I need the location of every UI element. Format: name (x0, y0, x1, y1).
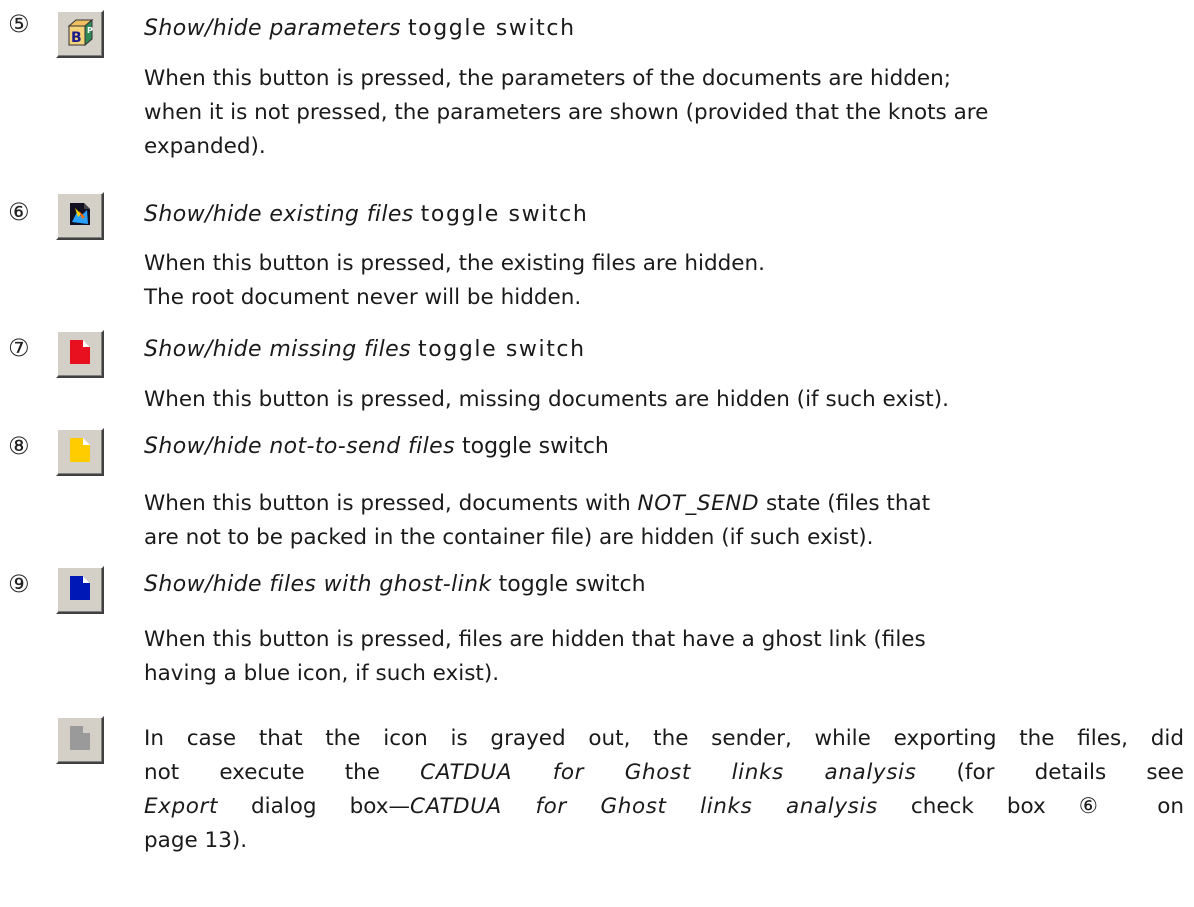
note-line-2-a: not execute the (144, 760, 421, 785)
item-6-line-1: When this button is pressed, the existin… (144, 251, 765, 276)
item-5-heading: Show/hide parameters toggle switch (144, 14, 576, 44)
note-line-3-catdua: CATDUA for Ghost links analysis (409, 794, 878, 819)
item-7-heading: Show/hide missing files toggle switch (144, 335, 586, 365)
grayed-icon-note: In case that the icon is grayed out, the… (144, 722, 1184, 858)
item-5-line-1: When this button is pressed, the paramet… (144, 66, 952, 91)
note-line-3: Export dialog box—CATDUA for Ghost links… (144, 790, 1184, 824)
item-number-5: ⑤ (8, 10, 30, 38)
item-6-title: Show/hide existing files (144, 202, 414, 227)
item-9-title: Show/hide files with ghost-link (144, 572, 492, 597)
note-line-4: page 13). (144, 828, 248, 853)
show-hide-ghost-link-files-button[interactable] (56, 566, 104, 614)
note-line-2-c: (for details see (916, 760, 1185, 785)
item-6-description: When this button is pressed, the existin… (144, 247, 1184, 315)
item-8-line-1-a: When this button is pressed, documents w… (144, 491, 638, 516)
item-5-line-2: when it is not pressed, the parameters a… (144, 100, 989, 125)
item-9-description: When this button is pressed, files are h… (144, 623, 1184, 691)
item-9-line-1: When this button is pressed, files are h… (144, 627, 926, 652)
item-8-title: Show/hide not-to-send files (144, 434, 455, 459)
3d-parameter-box-icon: B P (65, 17, 95, 51)
svg-text:B: B (71, 30, 82, 46)
item-8-line-1: When this button is pressed, documents w… (144, 487, 1184, 521)
show-hide-missing-files-button[interactable] (56, 330, 104, 378)
item-8-suffix: toggle switch (461, 434, 609, 459)
item-8-line-2: are not to be packed in the container fi… (144, 525, 874, 550)
svg-text:P: P (87, 26, 93, 35)
note-line-2-catdua: CATDUA for Ghost links analysis (420, 760, 917, 785)
show-hide-existing-files-button[interactable] (56, 192, 104, 240)
item-5-line-3: expanded). (144, 134, 266, 159)
item-9-line-2: having a blue icon, if such exist). (144, 661, 500, 686)
item-8-description: When this button is pressed, documents w… (144, 487, 1184, 555)
not-send-state-code: NOT_SEND (637, 491, 760, 516)
existing-file-icon (69, 202, 91, 230)
item-5-description: When this button is pressed, the paramet… (144, 62, 1184, 164)
item-9-suffix: toggle switch (498, 572, 646, 597)
note-line-2: not execute the CATDUA for Ghost links a… (144, 756, 1184, 790)
item-5-suffix: toggle switch (407, 16, 576, 41)
grayed-ghost-link-button (56, 716, 104, 764)
item-number-7: ⑦ (8, 334, 30, 362)
item-8-heading: Show/hide not-to-send files toggle switc… (144, 432, 609, 462)
item-6-line-2: The root document never will be hidden. (144, 285, 582, 310)
ghost-link-file-blue-icon (69, 575, 91, 605)
item-5-title: Show/hide parameters (144, 16, 401, 41)
item-number-6: ⑥ (8, 198, 30, 226)
not-to-send-file-yellow-icon (69, 437, 91, 467)
export-dialog-ref: Export (144, 794, 218, 819)
item-6-heading: Show/hide existing files toggle switch (144, 200, 588, 230)
show-hide-parameters-button[interactable]: B P (56, 10, 104, 58)
note-line-3-d: check box ⑥ on (877, 794, 1184, 819)
show-hide-not-to-send-files-button[interactable] (56, 428, 104, 476)
note-line-3-b: dialog box— (217, 794, 410, 819)
item-7-title: Show/hide missing files (144, 337, 411, 362)
item-7-line-1: When this button is pressed, missing doc… (144, 387, 949, 412)
note-line-1: In case that the icon is grayed out, the… (144, 726, 1184, 751)
missing-file-red-icon (69, 339, 91, 369)
item-6-suffix: toggle switch (420, 202, 589, 227)
item-9-heading: Show/hide files with ghost-link toggle s… (144, 570, 646, 600)
item-8-line-1-b: state (files that (759, 491, 931, 516)
item-7-suffix: toggle switch (417, 337, 586, 362)
grayed-file-icon (69, 725, 91, 755)
item-number-8: ⑧ (8, 432, 30, 460)
item-7-description: When this button is pressed, missing doc… (144, 383, 1184, 417)
item-number-9: ⑨ (8, 570, 30, 598)
